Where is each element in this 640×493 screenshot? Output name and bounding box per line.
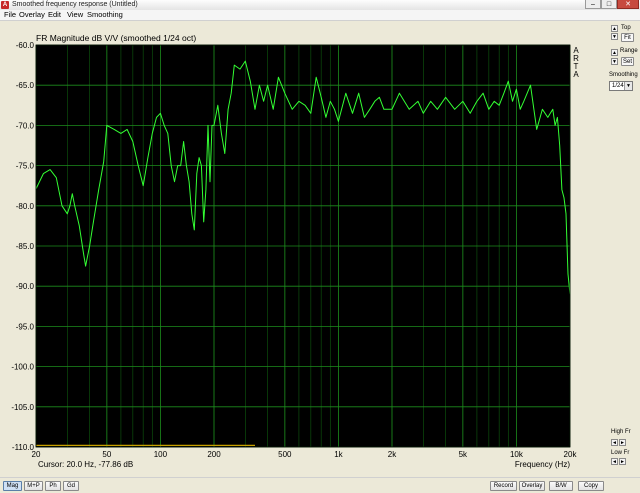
menu-edit[interactable]: Edit	[48, 10, 61, 20]
menu-view[interactable]: View	[67, 10, 83, 20]
x-tick-label: 2k	[388, 450, 397, 459]
low-fr-right-button[interactable]: ►	[619, 458, 626, 465]
low-fr-left-button[interactable]: ◄	[611, 458, 618, 465]
x-tick-label: 500	[278, 450, 292, 459]
chevron-down-icon: ▼	[624, 82, 632, 90]
x-tick-label: 1k	[334, 450, 343, 459]
high-fr-label: High Fr	[611, 429, 631, 435]
high-fr-left-button[interactable]: ◄	[611, 439, 618, 446]
range-label: Range	[620, 48, 638, 54]
y-tick-label: -70.0	[16, 121, 35, 130]
copy-button[interactable]: Copy	[578, 481, 604, 491]
side-panel: Top ▲ ▼ Fit Range ▲ ▼ Set Smoothing 1/24…	[606, 21, 640, 477]
top-up-arrow-button[interactable]: ▲	[611, 25, 618, 32]
x-axis-label: Frequency (Hz)	[515, 460, 570, 469]
cursor-readout: Cursor: 20.0 Hz, -77.86 dB	[38, 460, 133, 469]
bw-button[interactable]: B/W	[549, 481, 573, 491]
x-tick-label: 10k	[510, 450, 524, 459]
smoothing-label: Smoothing	[609, 72, 638, 78]
y-tick-label: -90.0	[16, 282, 35, 291]
y-tick-label: -60.0	[16, 41, 35, 50]
x-tick-label: 50	[102, 450, 111, 459]
x-tick-label: 20k	[564, 450, 578, 459]
x-tick-label: 20	[32, 450, 41, 459]
overlay-button[interactable]: Overlay	[519, 481, 545, 491]
mag-view-button[interactable]: Mag	[3, 481, 22, 491]
plot-area: -60.0 -65.0 -70.0 -75.0 -80.0 -85.0 -90.0 -95.0…	[0, 21, 606, 477]
x-tick-label: 5k	[459, 450, 468, 459]
menu-overlay[interactable]: Overlay	[19, 10, 45, 20]
group-delay-view-button[interactable]: Gd	[63, 481, 79, 491]
app-icon: A	[1, 1, 9, 9]
fit-button[interactable]: Fit	[621, 33, 634, 42]
minimize-button[interactable]: –	[585, 0, 601, 9]
y-tick-label: -65.0	[16, 81, 35, 90]
y-tick-label: -75.0	[16, 162, 35, 171]
frequency-response-chart[interactable]: -60.0 -65.0 -70.0 -75.0 -80.0 -85.0 -90.0 -95.0…	[0, 21, 606, 477]
record-button[interactable]: Record	[490, 481, 517, 491]
x-tick-label: 100	[154, 450, 168, 459]
smoothing-select-value: 1/24	[612, 83, 624, 89]
menu-smoothing[interactable]: Smoothing	[87, 10, 123, 20]
high-fr-right-button[interactable]: ►	[619, 439, 626, 446]
top-down-arrow-button[interactable]: ▼	[611, 33, 618, 40]
window-title: Smoothed frequency response (Untitled)	[12, 1, 138, 8]
y-tick-label: -80.0	[16, 202, 35, 211]
window-controls: – □ ✕	[585, 0, 639, 10]
bottom-toolbar: Mag M+P Ph Gd Record Overlay B/W Copy	[0, 477, 640, 493]
y-tick-label: -105.0	[11, 403, 34, 412]
y-tick-label: -100.0	[11, 363, 34, 372]
y-tick-label: -95.0	[16, 322, 35, 331]
y-tick-label: -85.0	[16, 242, 35, 251]
x-tick-label: 200	[207, 450, 221, 459]
close-button[interactable]: ✕	[617, 0, 639, 9]
menu-bar: File Overlay Edit View Smoothing	[0, 10, 640, 21]
chart-title: FR Magnitude dB V/V (smoothed 1/24 oct)	[36, 33, 196, 43]
menu-file[interactable]: File	[4, 10, 16, 20]
maximize-button[interactable]: □	[601, 0, 617, 9]
mag-phase-view-button[interactable]: M+P	[24, 481, 43, 491]
arta-watermark-letter: A	[573, 70, 579, 79]
top-label: Top	[621, 25, 631, 31]
range-up-arrow-button[interactable]: ▲	[611, 49, 618, 56]
phase-view-button[interactable]: Ph	[45, 481, 61, 491]
range-down-arrow-button[interactable]: ▼	[611, 58, 618, 65]
set-button[interactable]: Set	[621, 57, 634, 66]
low-fr-label: Low Fr	[611, 450, 630, 456]
smoothing-select[interactable]: 1/24 ▼	[609, 81, 633, 91]
